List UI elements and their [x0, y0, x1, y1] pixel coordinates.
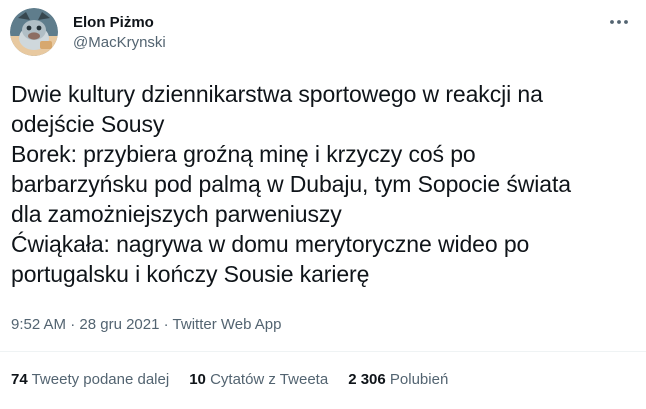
author-info: Elon Piżmo @MacKrynski: [73, 13, 166, 53]
likes-label: Polubień: [389, 371, 449, 388]
tweet-date: 28 gru 2021: [79, 316, 160, 333]
more-options-button[interactable]: [608, 12, 630, 32]
likes-count: 2 306: [348, 371, 386, 388]
tweet-text-line: Ćwiąkała: nagrywa w domu merytoryczne wi…: [11, 231, 530, 257]
avatar-image: [10, 8, 58, 56]
avatar[interactable]: [10, 8, 58, 56]
more-horizontal-icon: [610, 20, 628, 24]
tweet-text-line: Dwie kultury dziennikarstwa sportowego w…: [11, 81, 543, 107]
quotes-label: Cytatów z Tweeta: [210, 371, 329, 388]
retweets-count: 74: [11, 371, 28, 388]
tweet-text-line: portugalsku i kończy Sousie karierę: [11, 261, 370, 287]
timestamp-link[interactable]: 9:52 AM · 28 gru 2021: [11, 316, 159, 333]
quotes-count: 10: [189, 371, 206, 388]
tweet: Elon Piżmo @MacKrynski Dwie kultury dzie…: [0, 0, 646, 409]
user-handle[interactable]: @MacKrynski: [73, 33, 166, 53]
tweet-text: Dwie kultury dziennikarstwa sportowego w…: [11, 79, 636, 289]
tweet-text-line: dla zamożniejszych parweniuszy: [11, 201, 342, 227]
tweet-text-line: barbarzyńsku pod palmą w Dubaju, tym Sop…: [11, 171, 571, 197]
meta-separator: ·: [163, 316, 169, 333]
tweet-stats: 74 Tweety podane dalej 10 Cytatów z Twee…: [11, 370, 448, 390]
tweet-text-line: Borek: przybiera groźną minę i krzyczy c…: [11, 141, 476, 167]
retweets-stat[interactable]: 74 Tweety podane dalej: [11, 370, 169, 390]
meta-separator: ·: [70, 316, 76, 333]
tweet-source-link[interactable]: Twitter Web App: [173, 316, 282, 333]
display-name[interactable]: Elon Piżmo: [73, 13, 166, 33]
tweet-time: 9:52 AM: [11, 316, 67, 333]
divider: [0, 351, 646, 352]
likes-stat[interactable]: 2 306 Polubień: [348, 370, 448, 390]
tweet-meta: 9:52 AM · 28 gru 2021 · Twitter Web App: [11, 315, 282, 335]
tweet-text-line: odejście Sousy: [11, 111, 165, 137]
quotes-stat[interactable]: 10 Cytatów z Tweeta: [189, 370, 328, 390]
retweets-label: Tweety podane dalej: [31, 371, 170, 388]
